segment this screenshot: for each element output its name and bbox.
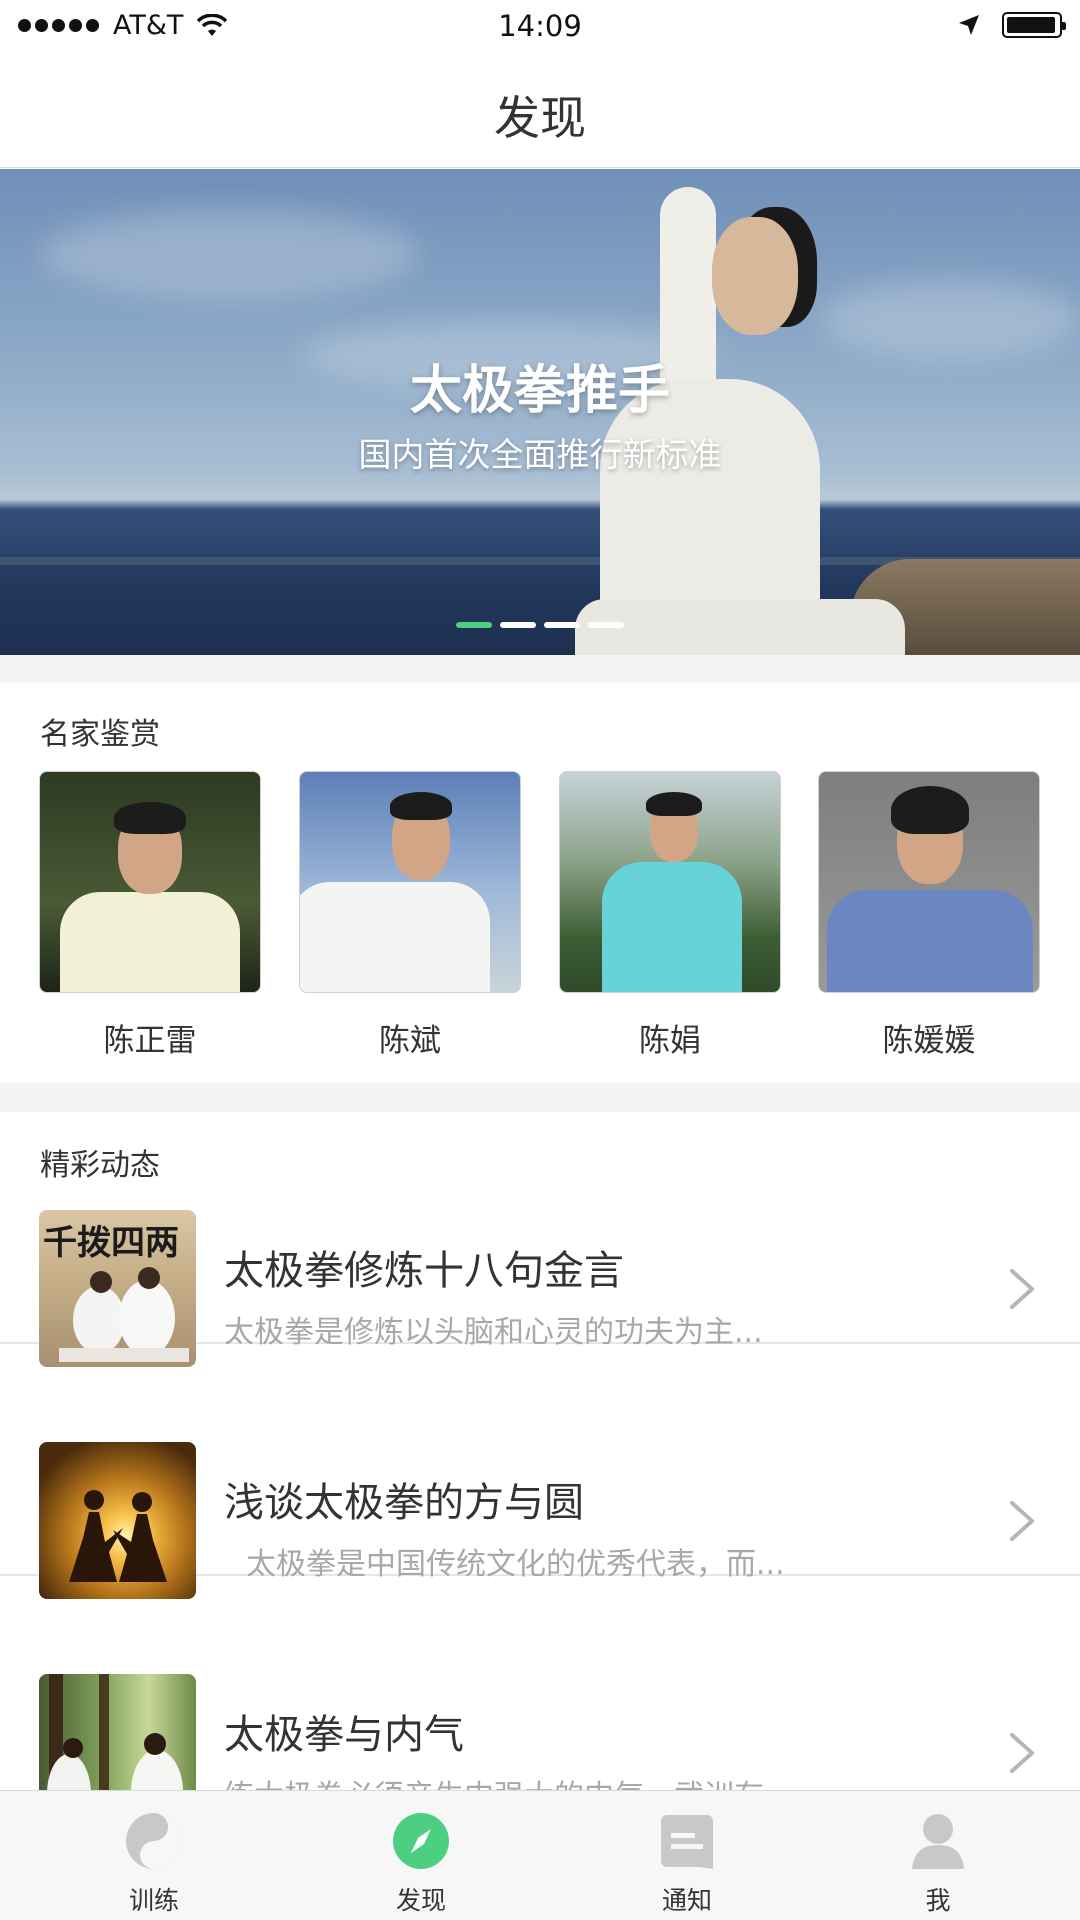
- status-right: [958, 12, 1066, 38]
- photo-figure-hair: [891, 786, 969, 834]
- tab-discover[interactable]: 发现: [341, 1791, 501, 1920]
- master-name: 陈正雷: [103, 1023, 197, 1059]
- chevron-right-icon: [1010, 1733, 1034, 1773]
- tab-me[interactable]: 我: [858, 1791, 1018, 1920]
- battery-fill: [1007, 17, 1055, 33]
- battery-icon: [1002, 12, 1066, 38]
- message-icon: [661, 1815, 713, 1869]
- taiji-icon: [126, 1813, 182, 1869]
- banner-carousel[interactable]: 太极拳推手 国内首次全面推行新标准: [0, 169, 1080, 655]
- nav-bar: 发现: [0, 54, 1080, 168]
- page-title: 发现: [494, 91, 586, 145]
- masters-section-title: 名家鉴赏: [40, 717, 160, 752]
- tab-bar: 训练 发现 通知 我: [0, 1790, 1080, 1920]
- tab-notifications[interactable]: 通知: [607, 1791, 767, 1920]
- master-name: 陈斌: [379, 1023, 441, 1059]
- master-card[interactable]: 陈娟: [559, 771, 781, 1060]
- banner-page-indicator[interactable]: [0, 622, 1080, 628]
- master-photo[interactable]: [818, 771, 1040, 993]
- feed-item[interactable]: 千拨四两 太极拳修炼十八句金言 太极拳是修炼以头脑和心灵的功夫为主...: [0, 1112, 1080, 1367]
- feed-title: 太极拳与内气: [224, 1712, 464, 1758]
- feed-title: 太极拳修炼十八句金言: [224, 1248, 624, 1294]
- tab-label: 我: [925, 1886, 951, 1915]
- banner-figure-head: [712, 217, 798, 335]
- photo-figure-hair: [114, 802, 186, 834]
- master-photo[interactable]: [39, 771, 261, 993]
- photo-figure-body: [827, 890, 1033, 992]
- tab-training[interactable]: 训练: [74, 1791, 234, 1920]
- master-card[interactable]: 陈斌: [299, 771, 521, 1060]
- photo-figure-body: [602, 862, 742, 992]
- feeds-section: 精彩动态 千拨四两 太极拳修炼十八句金言 太极拳是修炼以头脑和心灵的功夫为主..…: [0, 1112, 1080, 1831]
- compass-icon: [393, 1813, 449, 1869]
- tab-label: 发现: [395, 1886, 446, 1915]
- master-card[interactable]: 陈正雷: [39, 771, 261, 1060]
- banner-dot[interactable]: [544, 622, 580, 628]
- location-arrow-icon: [959, 15, 979, 35]
- feed-item[interactable]: 太极拳与内气 练太极拳必须产生内强大的内气，武训有...: [0, 1576, 1080, 1831]
- master-card[interactable]: 陈媛媛: [818, 771, 1040, 1060]
- master-name: 陈媛媛: [882, 1023, 976, 1059]
- tab-label: 训练: [128, 1886, 179, 1915]
- banner-cloud: [820, 279, 1080, 359]
- feed-item[interactable]: 浅谈太极拳的方与圆 太极拳是中国传统文化的优秀代表，而...: [0, 1344, 1080, 1599]
- feed-title: 浅谈太极拳的方与圆: [224, 1480, 584, 1526]
- person-icon: [912, 1814, 964, 1869]
- tab-label: 通知: [661, 1886, 712, 1915]
- chevron-right-icon: [1010, 1269, 1034, 1309]
- banner-dot[interactable]: [456, 622, 492, 628]
- photo-figure-hair: [390, 792, 452, 820]
- calligraphy-text: 千拨四两: [43, 1223, 179, 1263]
- masters-section: 名家鉴赏 陈正雷 陈斌 陈娟 陈媛媛: [0, 683, 1080, 1083]
- banner-title: 太极拳推手: [409, 361, 670, 421]
- master-photo[interactable]: [559, 771, 781, 993]
- photo-figure-hair: [646, 792, 702, 816]
- banner-subtitle: 国内首次全面推行新标准: [358, 435, 722, 474]
- status-time: 14:09: [498, 9, 582, 43]
- master-photo[interactable]: [299, 771, 521, 993]
- photo-figure-body: [300, 882, 490, 992]
- photo-figure-body: [60, 892, 240, 992]
- banner-dot[interactable]: [588, 622, 624, 628]
- banner-dot[interactable]: [500, 622, 536, 628]
- master-name: 陈娟: [639, 1023, 701, 1059]
- chevron-right-icon: [1010, 1501, 1034, 1541]
- status-bar: AT&T 14:09: [0, 0, 1080, 54]
- banner-cloud: [40, 209, 420, 299]
